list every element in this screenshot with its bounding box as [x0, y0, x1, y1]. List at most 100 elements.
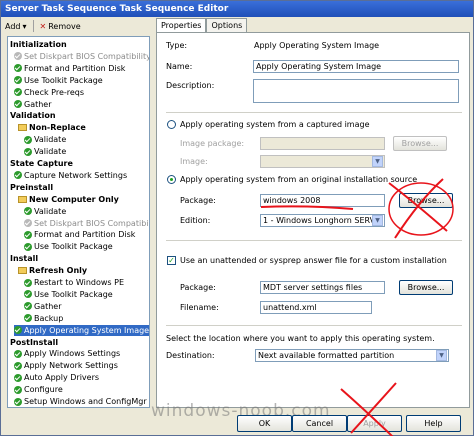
tree-item[interactable]: Check Pre-reqs: [14, 87, 84, 98]
tree-item[interactable]: Setup Windows and ConfigMgr: [14, 396, 147, 407]
checkmark-icon: [24, 242, 32, 251]
unattend-package-label: Package:: [180, 283, 216, 292]
tab-options[interactable]: Options: [206, 18, 248, 33]
task-sequence-editor-window: Server Task Sequence Task Sequence Edito…: [0, 0, 474, 436]
tree-item-label: Capture Network Settings: [24, 170, 128, 180]
type-value: Apply Operating System Image: [254, 41, 380, 50]
image-browse-button[interactable]: Browse...: [393, 136, 447, 151]
filename-field[interactable]: unattend.xml: [260, 301, 372, 314]
chevron-down-icon: ▼: [372, 215, 383, 226]
tree-item-label: Non-Replace: [29, 123, 86, 133]
tree-item[interactable]: Capture Network Settings: [14, 170, 127, 181]
tree-item[interactable]: Set Diskpart BIOS Compatibility: [14, 51, 150, 62]
chevron-down-icon: ▼: [436, 350, 447, 361]
tree-item[interactable]: Backup: [24, 313, 63, 324]
tree-item[interactable]: Validate: [24, 146, 66, 157]
name-field[interactable]: Apply Operating System Image: [253, 60, 459, 73]
tree-item[interactable]: Apply Network Settings: [14, 360, 118, 371]
unattend-package-field[interactable]: MDT server settings files: [260, 281, 385, 294]
tree-group[interactable]: Preinstall: [10, 182, 53, 193]
package-browse-button[interactable]: Browse...: [399, 193, 453, 208]
tree-item[interactable]: Gather: [24, 301, 62, 312]
tree-item[interactable]: Restart to Windows PE: [24, 277, 124, 288]
tree-item[interactable]: Auto Apply Drivers: [14, 372, 99, 383]
tree-item-label: Use Toolkit Package: [34, 289, 113, 299]
tree-item-label: Validate: [34, 147, 67, 157]
checkmark-icon: [24, 147, 32, 156]
edition-dropdown[interactable]: 1 - Windows Longhorn SERV ▼: [260, 214, 385, 227]
divider: [166, 240, 462, 241]
remove-label: Remove: [48, 21, 81, 31]
checkmark-icon: [14, 349, 22, 358]
tree-item-label: Validation: [10, 111, 56, 121]
remove-button[interactable]: ✕ Remove: [38, 19, 83, 33]
image-label: Image:: [180, 157, 208, 166]
checkmark-icon: [24, 314, 32, 323]
unattend-checkbox[interactable]: ✓: [167, 256, 176, 265]
image-dropdown: ▼: [260, 155, 385, 168]
apply-button[interactable]: Apply: [347, 415, 402, 432]
tree-item[interactable]: Apply Operating System Image: [14, 324, 149, 336]
tree-item-label: Format and Partition Disk: [34, 230, 136, 240]
tab-strip: Properties Options: [156, 18, 248, 34]
tree-item-label: State Capture: [10, 159, 73, 168]
red-circle-annotation: [388, 182, 454, 236]
add-label: Add: [5, 21, 21, 31]
tree-group[interactable]: Validation: [10, 110, 56, 121]
tree-item-label: Set Diskpart BIOS Compatibility: [24, 51, 150, 61]
tree-item[interactable]: Validate: [24, 206, 66, 217]
captured-image-radio[interactable]: [167, 120, 176, 129]
tree-item[interactable]: Format and Partition Disk: [14, 63, 125, 74]
tree-item[interactable]: Apply Windows Settings: [14, 348, 120, 359]
destination-dropdown[interactable]: Next available formatted partition ▼: [255, 349, 449, 362]
window-title: Server Task Sequence Task Sequence Edito…: [1, 1, 473, 17]
chevron-down-icon: ▼: [372, 156, 383, 167]
tree-item-label: Validate: [34, 135, 67, 145]
tree-item-label: Preinstall: [10, 182, 54, 192]
tree-item-label: Apply Network Settings: [24, 361, 118, 371]
tree-group[interactable]: State Capture: [10, 158, 73, 169]
unattend-browse-button[interactable]: Browse...: [399, 280, 453, 295]
checkmark-icon: [14, 373, 22, 382]
tree-item[interactable]: Format and Partition Disk: [24, 229, 135, 240]
tree-group[interactable]: PostInstall: [10, 337, 58, 348]
checkmark-icon: [24, 290, 32, 299]
description-label: Description:: [166, 81, 215, 90]
tree-subgroup[interactable]: Non-Replace: [18, 122, 86, 133]
add-button[interactable]: Add ▾: [3, 19, 29, 33]
tree-item[interactable]: Use Toolkit Package: [24, 289, 113, 300]
description-field[interactable]: [253, 79, 459, 103]
checkmark-icon: [14, 397, 22, 406]
chevron-down-icon: ▾: [22, 21, 27, 31]
tree-group[interactable]: Initialization: [10, 39, 67, 50]
tree-item[interactable]: Validate: [24, 134, 66, 145]
edition-label: Edition:: [180, 216, 211, 225]
tree-item-label: Gather: [24, 99, 52, 109]
type-label: Type:: [166, 41, 188, 50]
task-sequence-tree[interactable]: Initialization Set Diskpart BIOS Compatib…: [7, 36, 150, 408]
tree-item-label: PostInstall: [10, 337, 59, 347]
tree-item-label: Check Pre-reqs: [24, 87, 85, 97]
tree-subgroup[interactable]: New Computer Only: [18, 194, 119, 205]
tree-subgroup[interactable]: Refresh Only: [18, 265, 87, 276]
ok-button[interactable]: OK: [237, 415, 292, 432]
tree-item[interactable]: Configure: [14, 384, 63, 395]
tree-item-label: Use Toolkit Package: [34, 242, 113, 252]
original-source-radio[interactable]: [167, 175, 176, 184]
tree-group[interactable]: Install: [10, 253, 38, 264]
checkmark-icon: [24, 135, 32, 144]
package-field[interactable]: windows 2008: [260, 194, 385, 207]
tree-item[interactable]: Use Toolkit Package: [14, 75, 103, 86]
tree-item-label: Setup Windows and ConfigMgr: [24, 397, 147, 406]
tree-item-label: Use Toolkit Package: [24, 75, 103, 85]
cancel-button[interactable]: Cancel: [292, 415, 347, 432]
checkmark-icon: [14, 76, 22, 85]
tree-item[interactable]: Use Toolkit Package: [24, 241, 113, 252]
name-label: Name:: [166, 62, 193, 71]
folder-icon: [18, 267, 27, 275]
tree-item[interactable]: Set Diskpart BIOS Compatibi: [24, 218, 149, 229]
tree-item[interactable]: Gather: [14, 99, 52, 110]
tree-item-label: New Computer Only: [29, 194, 119, 204]
image-package-field: [260, 137, 385, 150]
help-button[interactable]: Help: [406, 415, 461, 432]
